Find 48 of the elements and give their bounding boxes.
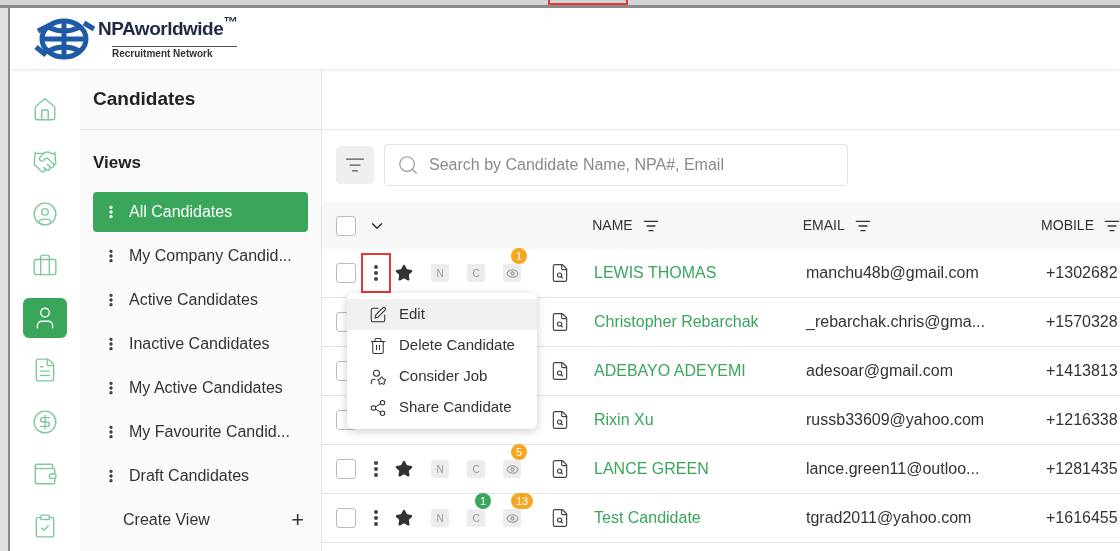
view-label: My Company Candid... xyxy=(129,245,292,266)
view-item[interactable]: My Active Candidates xyxy=(93,367,308,408)
menu-item[interactable]: Edit xyxy=(347,299,537,330)
view-label: Inactive Candidates xyxy=(129,333,270,354)
email-cell-text: lance.green11@outloo... xyxy=(806,459,981,479)
mobile-cell-text: +1413813 xyxy=(1046,361,1119,381)
add-view-button[interactable]: + xyxy=(291,503,304,536)
menu-label: Edit xyxy=(399,304,425,325)
menu-label: Delete Candidate xyxy=(399,335,515,356)
search-field[interactable]: Search by Candidate Name, NPA#, Email xyxy=(384,144,848,186)
email-cell-text: manchu48b@gmail.com xyxy=(806,263,980,283)
view-item[interactable]: Active Candidates xyxy=(93,279,308,320)
column-header[interactable]: NAME xyxy=(592,215,633,236)
view-label: Active Candidates xyxy=(129,289,258,310)
view-item[interactable]: Inactive Candidates xyxy=(93,323,308,364)
brand-name: NPAworldwide$^{™}$ xyxy=(98,18,237,38)
email-cell-text: russb33609@yahoo.com xyxy=(806,410,986,430)
count-badge: 13 xyxy=(511,493,534,509)
view-label: Draft Candidates xyxy=(129,465,250,486)
menu-label: Consider Job xyxy=(399,366,488,387)
column-header[interactable]: MOBILE xyxy=(1041,215,1094,236)
column-header[interactable]: EMAIL xyxy=(802,215,845,236)
view-label: All Candidates xyxy=(129,201,233,222)
count-badge: 1 xyxy=(475,493,492,509)
panel-title: Candidates xyxy=(93,87,196,112)
view-item[interactable]: My Favourite Candid... xyxy=(93,411,308,452)
view-label: My Favourite Candid... xyxy=(129,421,290,442)
views-heading: Views xyxy=(93,152,142,174)
email-cell-text: tgrad2011@yahoo.com xyxy=(806,508,973,528)
view-item[interactable]: Draft Candidates xyxy=(93,455,308,496)
count-badge: 1 xyxy=(511,248,528,264)
create-view-link[interactable]: Create View xyxy=(123,507,210,532)
email-cell-text: adesoar@gmail.com xyxy=(806,361,954,381)
mobile-cell-text: +1281435 xyxy=(1046,459,1119,479)
mobile-cell-text: +1216338 xyxy=(1046,410,1119,430)
menu-label: Share Candidate xyxy=(399,397,512,418)
view-label: My Active Candidates xyxy=(129,377,283,398)
mobile-cell-text: +1570328 xyxy=(1046,312,1119,332)
brand-tagline: Recruitment Network xyxy=(112,45,237,59)
view-item[interactable]: My Company Candid... xyxy=(93,235,308,276)
count-badge: 5 xyxy=(511,444,528,460)
mobile-cell-text: +1302682 xyxy=(1046,263,1119,283)
email-cell-text: _rebarchak.chris@gma... xyxy=(806,312,986,332)
menu-item[interactable]: Share Candidate xyxy=(347,392,537,423)
mobile-cell-text: +1616455 xyxy=(1046,508,1119,528)
search-input[interactable]: Search by Candidate Name, NPA#, Email xyxy=(429,153,847,177)
menu-item[interactable]: Delete Candidate xyxy=(347,330,537,361)
menu-item[interactable]: Consider Job xyxy=(347,361,537,392)
